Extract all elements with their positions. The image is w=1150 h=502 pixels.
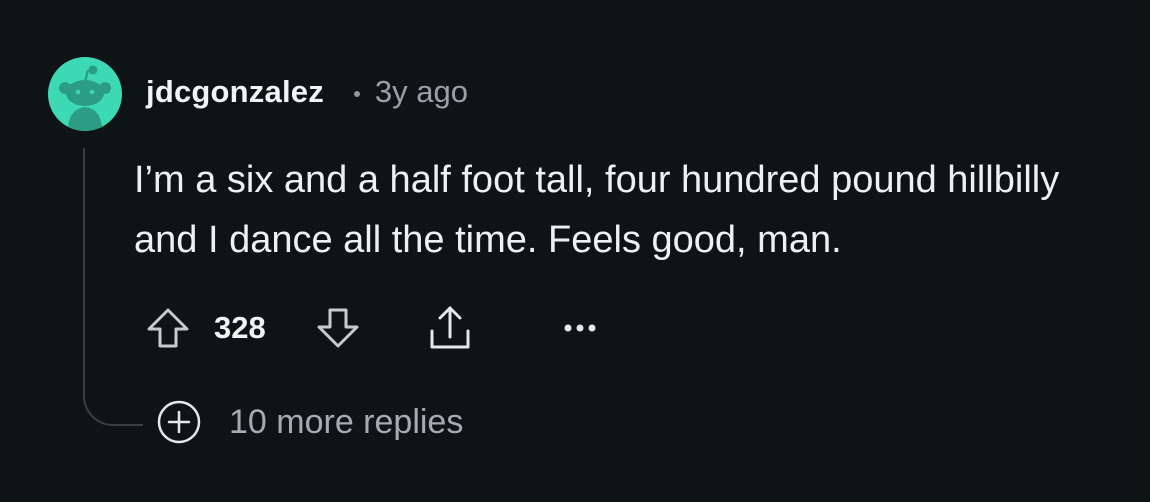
downvote-button[interactable] [310,300,366,356]
vote-score: 328 [214,310,266,345]
separator-dot [353,91,360,97]
upvote-button[interactable] [140,300,196,356]
more-replies-button[interactable]: 10 more replies [155,398,463,446]
username-link[interactable]: jdcgonzalez [146,74,324,110]
comment-header: jdcgonzalez 3y ago [146,70,468,114]
ellipsis-icon [564,324,596,332]
timestamp[interactable]: 3y ago [375,74,468,110]
more-replies-label: 10 more replies [229,402,464,441]
avatar[interactable] [48,57,122,131]
snoo-avatar-icon [59,65,111,131]
downvote-icon [317,308,359,348]
comment-actions: 328 [140,300,610,356]
upvote-icon [147,308,189,348]
more-options-button[interactable] [552,300,608,356]
comment-body: I’m a six and a half foot tall, four hun… [134,159,1060,261]
share-icon [430,306,470,349]
share-button[interactable] [420,300,480,356]
plus-circle-icon [155,398,203,446]
comment: jdcgonzalez 3y ago I’m a six and a half … [0,0,1150,502]
